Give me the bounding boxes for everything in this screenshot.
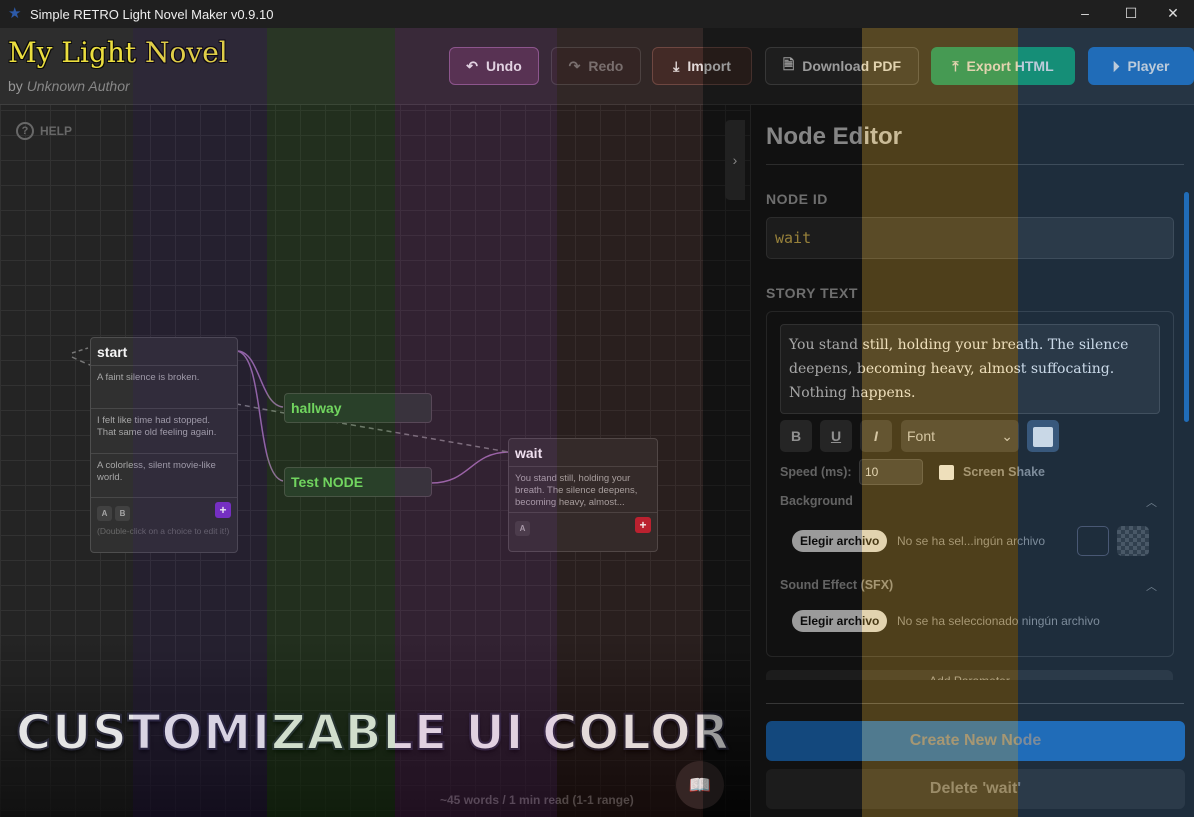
byline: by Unknown Author (8, 78, 130, 94)
collapse-panel-chevron-icon[interactable]: › (725, 120, 745, 200)
chevron-up-icon[interactable]: ︿ (1146, 494, 1157, 510)
node-title: start (91, 338, 237, 366)
background-file-name: No se ha sel...ingún archivo (897, 534, 1046, 548)
minimize-button[interactable]: – (1062, 0, 1108, 28)
undo-label: Undo (485, 58, 522, 74)
chevron-down-icon: ⌄ (1001, 428, 1013, 444)
maximize-button[interactable]: ☐ (1108, 0, 1154, 28)
sfx-file-name: No se ha seleccionado ningún archivo (897, 614, 1100, 628)
panel-scrollbar[interactable] (1184, 192, 1189, 422)
add-choice-button[interactable]: + (215, 502, 231, 518)
import-icon: ⤓ (673, 57, 680, 74)
upload-icon: ⤒ (952, 57, 959, 74)
file-download-icon: 🗎 (782, 56, 795, 72)
by-label: by (8, 78, 23, 94)
node-start[interactable]: start A faint silence is broken. I felt … (90, 337, 238, 553)
create-node-button[interactable]: Create New Node (766, 721, 1185, 761)
choice-tab-b[interactable]: B (115, 506, 130, 521)
header: My Light Novel by Unknown Author ↶ Undo ↷… (0, 28, 1194, 105)
connection-start-hallway (236, 350, 284, 408)
delete-node-button[interactable]: Delete 'wait' (766, 769, 1185, 809)
node-title: hallway (291, 400, 342, 416)
story-text-input[interactable]: You stand still, holding your breath. Th… (780, 324, 1160, 414)
connection-dashed-entry (71, 347, 89, 354)
player-button[interactable]: ⏵ Player (1088, 47, 1194, 85)
node-text-preview: You stand still, holding your breath. Th… (509, 467, 657, 513)
transparent-swatch[interactable] (1117, 526, 1149, 556)
redo-icon: ↷ (568, 57, 581, 74)
underline-button[interactable]: U (820, 420, 852, 452)
word-count: ~45 words / 1 min read (1-1 range) (440, 793, 634, 807)
divider (766, 164, 1184, 165)
node-hallway[interactable]: hallway (284, 393, 432, 423)
background-label: Background (780, 494, 853, 508)
speed-label: Speed (ms): (780, 465, 852, 479)
undo-icon: ↶ (466, 57, 478, 74)
color-swatch (1033, 427, 1053, 448)
add-choice-button[interactable]: + (635, 517, 651, 533)
redo-button[interactable]: ↷ Redo (551, 47, 641, 85)
connection-test-wait (430, 451, 509, 484)
choice-tab-a[interactable]: A (97, 506, 112, 521)
window-title: Simple RETRO Light Novel Maker v0.9.10 (30, 6, 274, 22)
redo-label: Redo (588, 58, 624, 74)
story-text-label: STORY TEXT (766, 285, 858, 301)
import-label: Import (687, 58, 731, 74)
screen-shake-label: Screen Shake (963, 465, 1045, 479)
sfx-label: Sound Effect (SFX) (780, 578, 894, 592)
story-section: You stand still, holding your breath. Th… (766, 311, 1174, 657)
close-button[interactable]: ✕ (1150, 0, 1194, 28)
italic-button[interactable]: I (860, 420, 892, 452)
background-file-button[interactable]: Elegir archivo (792, 530, 888, 552)
choice-item[interactable]: A colorless, silent movie-like world. (91, 454, 237, 498)
app-logo-icon: ★ (8, 5, 22, 22)
screen-shake-checkbox[interactable] (939, 465, 954, 480)
choice-tab-a[interactable]: A (515, 521, 530, 536)
node-id-input[interactable]: wait (766, 217, 1174, 259)
chevron-up-icon[interactable]: ︿ (1146, 578, 1157, 594)
bold-button[interactable]: B (780, 420, 812, 452)
player-label: Player (1127, 58, 1170, 74)
sfx-file-button[interactable]: Elegir archivo (792, 610, 888, 632)
export-html-button[interactable]: ⤒ Export HTML (931, 47, 1075, 85)
node-test[interactable]: Test NODE (284, 467, 432, 497)
choice-item[interactable]: A faint silence is broken. (91, 366, 237, 409)
undo-button[interactable]: ↶ Undo (449, 47, 539, 85)
choice-item[interactable]: I felt like time had stopped. That same … (91, 409, 237, 454)
add-parameter-button[interactable]: Add Parameter (766, 670, 1173, 680)
node-title: wait (509, 439, 657, 467)
node-title: Test NODE (291, 474, 364, 490)
speed-input[interactable]: 10 (859, 459, 923, 485)
node-editor-panel: Node Editor NODE ID wait STORY TEXT You … (750, 105, 1194, 817)
download-pdf-label: Download PDF (802, 58, 902, 74)
import-button[interactable]: ⤓ Import (652, 47, 752, 85)
background-color-swatch[interactable] (1077, 526, 1109, 556)
node-id-label: NODE ID (766, 191, 828, 207)
panel-title: Node Editor (766, 123, 902, 150)
node-wait[interactable]: wait You stand still, holding your breat… (508, 438, 658, 552)
download-pdf-button[interactable]: 🗎 Download PDF (765, 47, 919, 85)
author-name[interactable]: Unknown Author (27, 78, 130, 94)
text-color-picker[interactable] (1027, 420, 1059, 452)
promo-banner: CUSTOMIZABLE UI COLOR (15, 704, 730, 762)
font-select-value: Font (907, 428, 936, 444)
play-icon: ⏵ (1112, 57, 1120, 74)
book-icon[interactable]: 📖 (676, 761, 724, 809)
connection-start-test (236, 350, 284, 482)
edit-hint: (Double-click on a choice to edit it!) (97, 526, 230, 536)
title-bar: ★ Simple RETRO Light Novel Maker v0.9.10… (0, 0, 1194, 28)
export-html-label: Export HTML (966, 58, 1054, 74)
font-select[interactable]: Font ⌄ (901, 420, 1019, 452)
project-title[interactable]: My Light Novel (8, 36, 228, 69)
divider (766, 703, 1184, 704)
